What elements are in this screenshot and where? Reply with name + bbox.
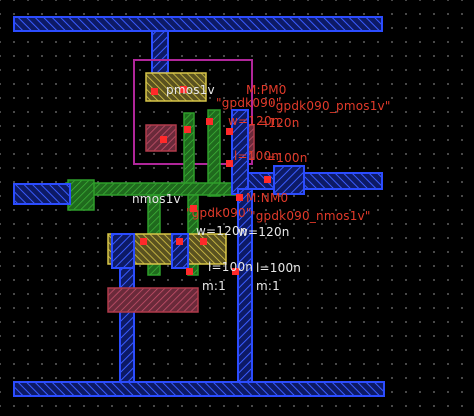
nmos-library-label: "gpdk090" (186, 206, 252, 220)
contact (206, 118, 213, 125)
contact (160, 136, 167, 143)
pmos-model-label: "gpdk090_pmos1v" (270, 99, 391, 113)
nmos-cell-name: nmos1v (132, 192, 181, 206)
contact (184, 126, 191, 133)
contact (140, 238, 147, 245)
nmos-width-label-2: w=120n (238, 225, 290, 239)
nmos-mult-label-2: m:1 (256, 279, 280, 293)
pmos-cell-name: pmos1v (166, 83, 215, 97)
pmos-instance-name: M:PM0 (246, 83, 287, 97)
contact (151, 88, 158, 95)
nmos-instance-name: M:NM0 (246, 191, 289, 205)
nmos-mult-label: m:1 (202, 279, 226, 293)
contact (200, 238, 207, 245)
nmos-length-label-2: l=100n (256, 261, 302, 275)
layout-canvas[interactable]: pmos1v M:PM0 "gpdk090" "gpdk090_pmos1v" … (0, 0, 474, 416)
vss-rail[interactable] (13, 381, 385, 397)
pmos-width-label-2: =120n (258, 116, 300, 130)
contact (226, 128, 233, 135)
contact (264, 176, 271, 183)
contact (236, 194, 243, 201)
output-metal-right[interactable] (237, 172, 383, 190)
vdd-rail[interactable] (13, 16, 383, 32)
nmos-model-label: "gpdk090_nmos1v" (250, 209, 371, 223)
nmos-length-label: l=100n (208, 260, 254, 274)
contact (176, 238, 183, 245)
metal-strap-bottom[interactable] (119, 267, 135, 383)
nmos-implant-bottom[interactable] (107, 287, 199, 313)
input-metal-left[interactable] (13, 183, 71, 205)
metal-strap-top[interactable] (151, 30, 169, 74)
output-metal-pad[interactable] (273, 165, 305, 195)
pmos-length-label-2: =100n (266, 151, 308, 165)
nmos-source-metal[interactable] (111, 233, 135, 269)
contact (186, 268, 193, 275)
poly-gate-pmos-a[interactable] (183, 112, 195, 194)
contact (226, 160, 233, 167)
poly-input-pad[interactable] (67, 179, 95, 211)
